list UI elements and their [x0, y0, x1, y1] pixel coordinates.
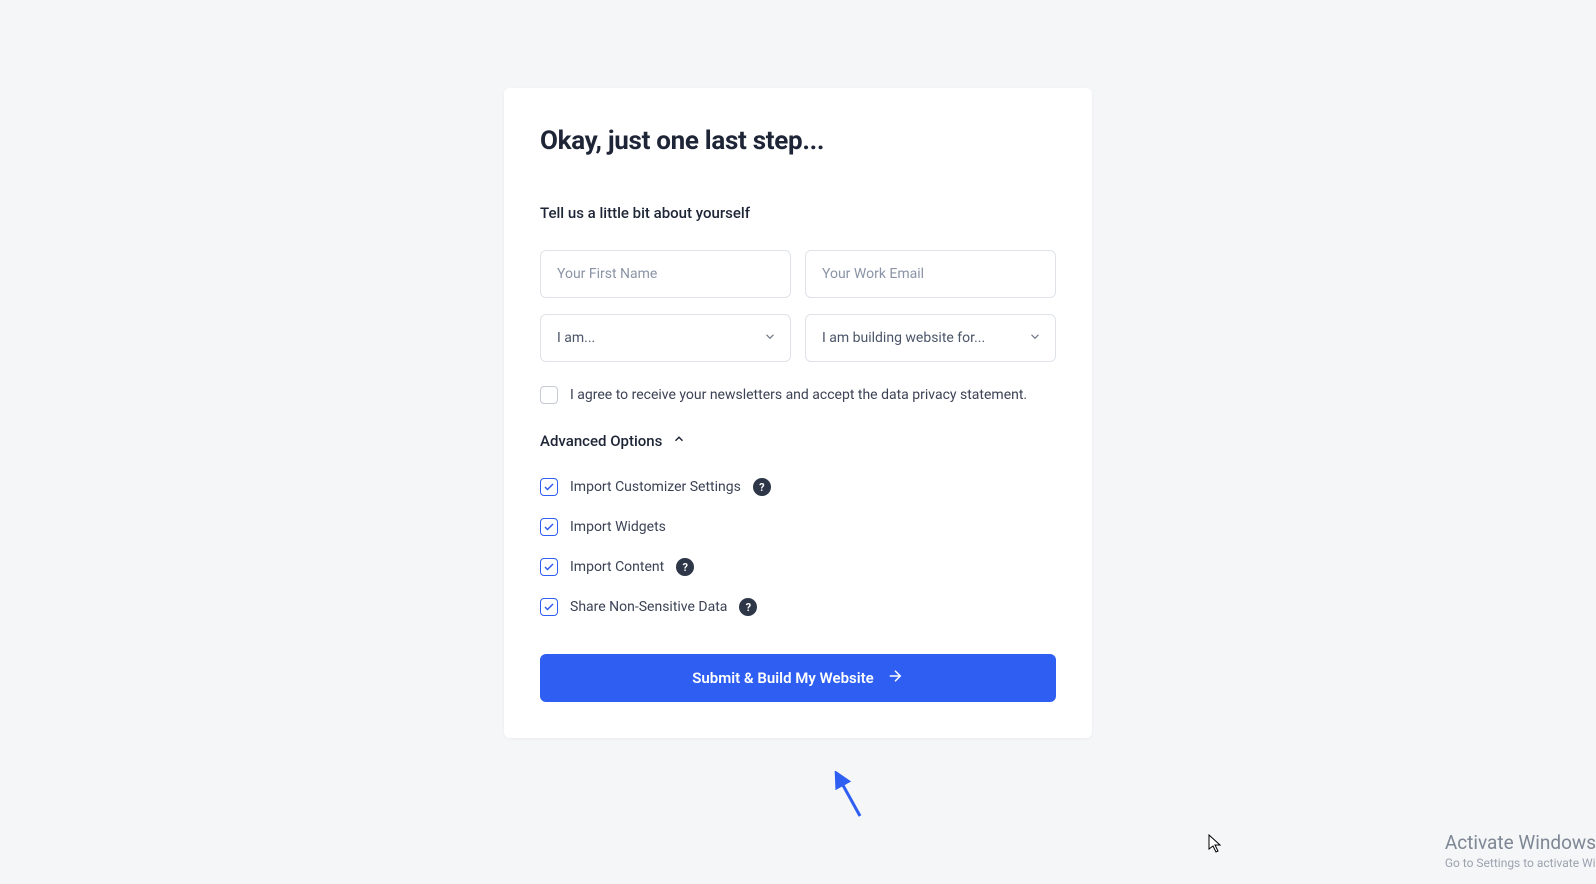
work-email-input[interactable] [805, 250, 1056, 298]
chevron-up-icon [672, 432, 686, 450]
import-customizer-checkbox[interactable] [540, 478, 558, 496]
subtitle: Tell us a little bit about yourself [540, 204, 1056, 222]
watermark-title: Activate Windows [1445, 831, 1596, 854]
share-data-row: Share Non-Sensitive Data ? [540, 598, 1056, 616]
form-card: Okay, just one last step... Tell us a li… [504, 88, 1092, 738]
submit-button[interactable]: Submit & Build My Website [540, 654, 1056, 702]
windows-watermark: Activate Windows Go to Settings to activ… [1445, 831, 1596, 870]
import-customizer-label: Import Customizer Settings [570, 479, 741, 495]
help-icon[interactable]: ? [753, 478, 771, 496]
agree-checkbox[interactable] [540, 386, 558, 404]
share-data-label: Share Non-Sensitive Data [570, 599, 727, 615]
role-select-wrap: I am... [540, 314, 791, 362]
advanced-options-label: Advanced Options [540, 432, 662, 450]
import-content-checkbox[interactable] [540, 558, 558, 576]
arrow-right-icon [886, 667, 904, 689]
purpose-select-wrap: I am building website for... [805, 314, 1056, 362]
page-title: Okay, just one last step... [540, 126, 1056, 156]
agree-row: I agree to receive your newsletters and … [540, 386, 1056, 404]
watermark-sub: Go to Settings to activate Wi [1445, 856, 1596, 870]
share-data-checkbox[interactable] [540, 598, 558, 616]
import-content-label: Import Content [570, 559, 664, 575]
submit-button-label: Submit & Build My Website [692, 669, 873, 687]
role-select[interactable]: I am... [540, 314, 791, 362]
import-widgets-row: Import Widgets [540, 518, 1056, 536]
agree-text: I agree to receive your newsletters and … [570, 387, 1027, 403]
import-content-row: Import Content ? [540, 558, 1056, 576]
arrow-annotation-icon [832, 771, 872, 825]
import-widgets-checkbox[interactable] [540, 518, 558, 536]
select-row: I am... I am building website for... [540, 314, 1056, 362]
purpose-select[interactable]: I am building website for... [805, 314, 1056, 362]
import-widgets-label: Import Widgets [570, 519, 666, 535]
cursor-icon [1208, 834, 1224, 858]
help-icon[interactable]: ? [676, 558, 694, 576]
advanced-options-toggle[interactable]: Advanced Options [540, 432, 1056, 450]
name-email-row [540, 250, 1056, 298]
first-name-input[interactable] [540, 250, 791, 298]
import-customizer-row: Import Customizer Settings ? [540, 478, 1056, 496]
help-icon[interactable]: ? [739, 598, 757, 616]
